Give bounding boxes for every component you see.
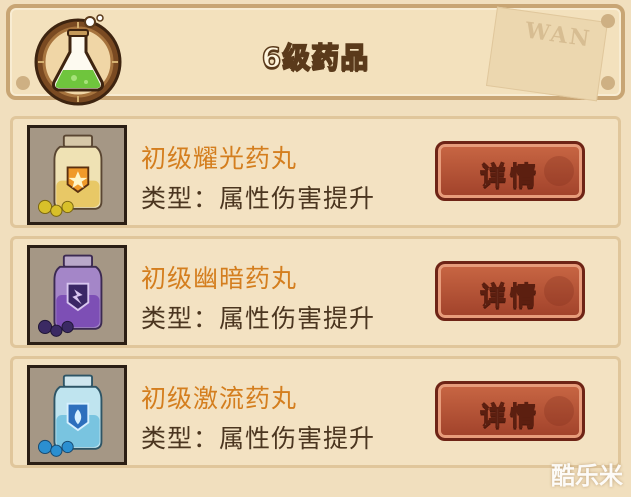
details-button[interactable]: 详情: [435, 141, 585, 201]
list-item: 初级幽暗药丸 类型：属性伤害提升 详情: [10, 236, 621, 348]
button-ornament-icon: [544, 396, 574, 426]
details-button-label: 详情: [479, 282, 540, 313]
item-type: 类型：属性伤害提升: [141, 184, 376, 213]
details-button[interactable]: 详情: [435, 261, 585, 321]
potion-bottle-icon: [27, 245, 127, 345]
item-name: 初级幽暗药丸: [141, 264, 298, 293]
potion-panel: WAN 6级药品 初级耀光药丸 类型：属性伤害提升 详情 初级幽暗药丸 类型：属…: [0, 0, 631, 497]
item-name: 初级耀光药丸: [141, 144, 298, 173]
potion-bottle-icon: [27, 125, 127, 225]
rivet-icon: [601, 14, 615, 28]
rivet-icon: [601, 76, 615, 90]
item-type: 类型：属性伤害提升: [141, 304, 376, 333]
site-watermark: 酷乐米: [551, 462, 623, 490]
rivet-icon: [16, 76, 30, 90]
details-button-label: 详情: [479, 162, 540, 193]
item-name: 初级激流药丸: [141, 384, 298, 413]
list-item: 初级激流药丸 类型：属性伤害提升 详情: [10, 356, 621, 468]
button-ornament-icon: [544, 156, 574, 186]
list-item: 初级耀光药丸 类型：属性伤害提升 详情: [10, 116, 621, 228]
button-ornament-icon: [544, 276, 574, 306]
details-button-label: 详情: [479, 402, 540, 433]
flask-icon: [34, 14, 122, 106]
item-type: 类型：属性伤害提升: [141, 424, 376, 453]
details-button[interactable]: 详情: [435, 381, 585, 441]
potion-bottle-icon: [27, 365, 127, 465]
